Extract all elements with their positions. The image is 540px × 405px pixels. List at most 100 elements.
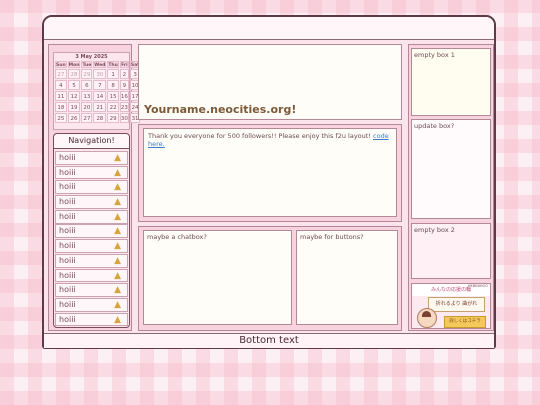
calendar-weekday: Tue bbox=[81, 61, 93, 68]
calendar-day[interactable]: 11 bbox=[55, 91, 67, 101]
calendar-grid: Sun Mon Tue Wed Thu Fri Sat 27 28 29 30 1 2 3 4 5 6 7 8 9 10… bbox=[54, 61, 141, 123]
nav-item[interactable]: hoiii ▲ bbox=[55, 209, 128, 224]
calendar-day[interactable]: 15 bbox=[107, 91, 119, 101]
header-box: Yourname.neocities.org! bbox=[138, 44, 402, 120]
banner-slogan: 折れるより 曲がれ bbox=[428, 297, 485, 312]
calendar-day[interactable]: 9 bbox=[119, 80, 129, 90]
chatbox-area[interactable]: maybe a chatbox? bbox=[143, 230, 292, 325]
nav-item-label: hoiii bbox=[59, 285, 76, 295]
calendar-weekday: Thu bbox=[107, 61, 119, 68]
nav-item-label: hoiii bbox=[59, 241, 76, 251]
nav-item-label: hoiii bbox=[59, 226, 76, 236]
nav-item-label: hoiii bbox=[59, 314, 76, 324]
calendar-day[interactable]: 8 bbox=[107, 80, 119, 90]
rice-ball-icon: ▲ bbox=[114, 241, 121, 252]
rice-ball-icon: ▲ bbox=[114, 182, 121, 193]
calendar-day[interactable]: 30 bbox=[119, 113, 129, 123]
calendar-day[interactable]: 19 bbox=[67, 102, 81, 112]
notice-panel: Thank you everyone for 500 followers!! P… bbox=[138, 124, 402, 222]
navigation-title: Navigation! bbox=[54, 134, 129, 149]
nav-item-label: hoiii bbox=[59, 299, 76, 309]
calendar-day[interactable]: 29 bbox=[107, 113, 119, 123]
calendar-day[interactable]: 2 bbox=[119, 69, 129, 79]
nav-item[interactable]: hoiii ▲ bbox=[55, 312, 128, 327]
notice-box: Thank you everyone for 500 followers!! P… bbox=[143, 128, 397, 217]
rice-ball-icon: ▲ bbox=[114, 197, 121, 208]
update-box: update box? bbox=[411, 119, 491, 219]
calendar-day[interactable]: 12 bbox=[67, 91, 81, 101]
nav-item-label: hoiii bbox=[59, 182, 76, 192]
footer: Bottom text bbox=[44, 333, 494, 348]
calendar-day[interactable]: 7 bbox=[93, 80, 107, 90]
notice-text: Thank you everyone for 500 followers!! P… bbox=[148, 132, 374, 140]
rice-ball-icon: ▲ bbox=[114, 270, 121, 281]
navigation-list: hoiii ▲ hoiii ▲ hoiii ▲ hoiii ▲ hoiii ▲ hoiii ▲ hoii… bbox=[54, 149, 129, 327]
nav-item[interactable]: hoiii ▲ bbox=[55, 253, 128, 268]
calendar-day[interactable]: 28 bbox=[67, 69, 81, 79]
nav-item[interactable]: hoiii ▲ bbox=[55, 195, 128, 209]
rice-ball-icon: ▲ bbox=[114, 255, 121, 266]
nav-item[interactable]: hoiii ▲ bbox=[55, 224, 128, 239]
calendar-weekday: Mon bbox=[67, 61, 81, 68]
calendar-day[interactable]: 4 bbox=[55, 80, 67, 90]
rice-ball-icon: ▲ bbox=[114, 314, 121, 325]
nav-item[interactable]: hoiii ▲ bbox=[55, 180, 128, 195]
banner-button[interactable]: 詳しくはコチラ bbox=[444, 316, 486, 328]
nav-item[interactable]: hoiii ▲ bbox=[55, 268, 128, 283]
calendar-day[interactable]: 13 bbox=[81, 91, 93, 101]
empty-box-2: empty box 2 bbox=[411, 223, 491, 279]
nav-item[interactable]: hoiii ▲ bbox=[55, 297, 128, 312]
rice-ball-icon: ▲ bbox=[114, 299, 121, 310]
buttons-area: maybe for buttons? bbox=[296, 230, 398, 325]
calendar-day[interactable]: 16 bbox=[119, 91, 129, 101]
center-column: Yourname.neocities.org! Thank you everyo… bbox=[138, 44, 402, 331]
calendar-weekday: Wed bbox=[93, 61, 107, 68]
nav-item-label: hoiii bbox=[59, 270, 76, 280]
rice-ball-icon: ▲ bbox=[114, 153, 121, 163]
nav-item[interactable]: hoiii ▲ bbox=[55, 283, 128, 297]
nav-item-label: hoiii bbox=[59, 211, 76, 221]
nav-item[interactable]: hoiii ▲ bbox=[55, 239, 128, 253]
calendar-title: 3 May 2025 bbox=[75, 54, 108, 60]
rice-ball-icon: ▲ bbox=[114, 167, 121, 178]
calendar-day[interactable]: 26 bbox=[67, 113, 81, 123]
banner-ad[interactable]: みんなの応援の輪 HEBINIHOO 折れるより 曲がれ 詳しくはコチラ bbox=[411, 283, 491, 329]
calendar-day[interactable]: 30 bbox=[93, 69, 107, 79]
nav-item[interactable]: hoiii ▲ bbox=[55, 165, 128, 180]
calendar-day[interactable]: 14 bbox=[93, 91, 107, 101]
nav-item-label: hoiii bbox=[59, 167, 76, 177]
layout-frame: 3 May 2025 Sun Mon Tue Wed Thu Fri Sat 27 28 29 30… bbox=[42, 15, 496, 349]
calendar-day[interactable]: 1 bbox=[107, 69, 119, 79]
calendar-weekday: Sun bbox=[55, 61, 67, 68]
nav-item-label: hoiii bbox=[59, 255, 76, 265]
rice-ball-icon: ▲ bbox=[114, 211, 121, 222]
calendar-day[interactable]: 29 bbox=[81, 69, 93, 79]
calendar-day[interactable]: 6 bbox=[81, 80, 93, 90]
navigation-panel: Navigation! hoiii ▲ hoiii ▲ hoiii ▲ hoiii ▲ hoii… bbox=[53, 133, 130, 328]
calendar-day[interactable]: 21 bbox=[93, 102, 107, 112]
calendar-day[interactable]: 23 bbox=[119, 102, 129, 112]
bun-illustration-icon bbox=[417, 308, 437, 328]
calendar-day[interactable]: 25 bbox=[55, 113, 67, 123]
calendar-day[interactable]: 28 bbox=[93, 113, 107, 123]
left-column: 3 May 2025 Sun Mon Tue Wed Thu Fri Sat 27 28 29 30… bbox=[48, 44, 141, 331]
nav-item[interactable]: hoiii ▲ bbox=[55, 151, 128, 165]
nav-item-label: hoiii bbox=[59, 197, 76, 207]
empty-box-1: empty box 1 bbox=[411, 48, 491, 116]
nav-item-label: hoiii bbox=[59, 153, 76, 162]
calendar-day[interactable]: 20 bbox=[81, 102, 93, 112]
calendar-day[interactable]: 22 bbox=[107, 102, 119, 112]
rice-ball-icon: ▲ bbox=[114, 226, 121, 237]
right-column: empty box 1 update box? empty box 2 みんなの… bbox=[408, 44, 494, 331]
calendar-day[interactable]: 27 bbox=[55, 69, 67, 79]
site-title: Yourname.neocities.org! bbox=[144, 103, 297, 116]
calendar-day[interactable]: 27 bbox=[81, 113, 93, 123]
banner-small-text: HEBINIHOO bbox=[467, 284, 488, 288]
calendar-widget: 3 May 2025 Sun Mon Tue Wed Thu Fri Sat 27 28 29 30… bbox=[53, 52, 141, 130]
calendar-day[interactable]: 18 bbox=[55, 102, 67, 112]
calendar-day[interactable]: 5 bbox=[67, 80, 81, 90]
calendar-weekday: Fri bbox=[119, 61, 129, 68]
rice-ball-icon: ▲ bbox=[114, 285, 121, 296]
bottom-panel: maybe a chatbox? maybe for buttons? bbox=[138, 226, 402, 331]
top-bar bbox=[44, 17, 494, 40]
